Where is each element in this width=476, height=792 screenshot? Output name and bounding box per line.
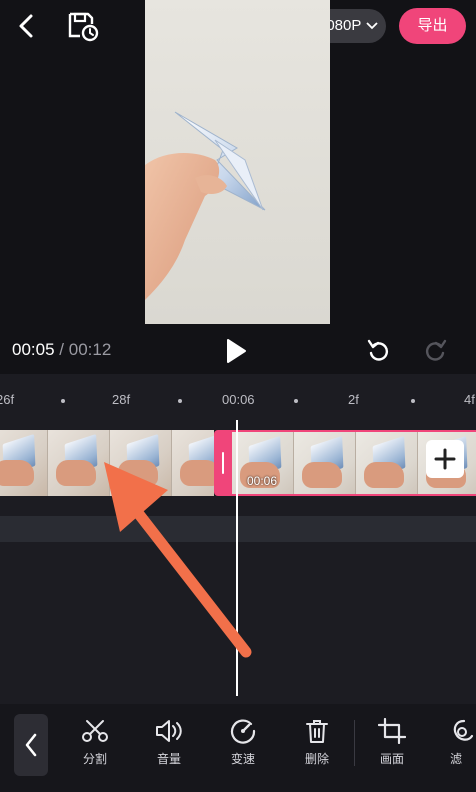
play-icon [227, 339, 246, 363]
chevron-left-icon [25, 733, 37, 757]
ruler-label: 2f [348, 392, 359, 407]
playhead[interactable] [236, 420, 238, 696]
undo-icon [367, 339, 388, 361]
volume-icon [156, 720, 182, 742]
crop-icon [378, 718, 406, 744]
tool-canvas[interactable]: 画面 [367, 718, 417, 784]
ruler-label: 26f [0, 392, 15, 407]
ruler-label: 4f [464, 392, 475, 407]
tool-delete[interactable]: 删除 [292, 718, 342, 784]
audio-track[interactable] [0, 516, 476, 542]
tool-label: 分割 [82, 752, 107, 766]
ruler-dot [61, 399, 65, 403]
clip-thumbnail [172, 430, 214, 496]
total-time: 00:12 [68, 340, 112, 359]
tool-volume[interactable]: 音量 [144, 718, 194, 784]
tool-label: 画面 [379, 752, 404, 766]
clip-thumbnail [356, 432, 418, 494]
clip-thumbnail [0, 430, 48, 496]
export-button[interactable]: 导出 [399, 8, 466, 44]
plus-icon [434, 448, 456, 470]
time-display: 00:05 / 00:12 [12, 340, 111, 360]
scissors-icon [82, 720, 108, 742]
back-button[interactable] [14, 12, 40, 40]
toolbar-divider [354, 720, 355, 766]
play-button[interactable] [224, 338, 248, 364]
redo-icon [426, 339, 447, 361]
ruler-dot [411, 399, 415, 403]
undo-button[interactable] [366, 337, 392, 363]
clip-thumbnail [110, 430, 172, 496]
save-clock-icon [68, 12, 99, 42]
tool-filter[interactable]: 滤 [442, 718, 476, 784]
video-clip-left[interactable] [0, 430, 214, 496]
tool-label: 删除 [304, 752, 329, 766]
ruler-dot [178, 399, 182, 403]
tool-speed[interactable]: 变速 [218, 718, 268, 784]
tool-split[interactable]: 分割 [70, 718, 120, 784]
preview-image [145, 111, 266, 300]
time-separator: / [59, 340, 65, 359]
clip-timestamp: 00:06 [247, 474, 278, 488]
ruler-dot [294, 399, 298, 403]
tool-label: 变速 [230, 752, 255, 766]
tool-label: 音量 [156, 752, 181, 766]
edit-toolbar: 分割 音量 变速 删除 画面 滤 [0, 704, 476, 792]
clip-thumbnail [294, 432, 356, 494]
filter-icon [453, 719, 474, 741]
chevron-down-icon [366, 22, 378, 30]
timeline-panel[interactable]: 26f 28f 00:06 2f 4f 00:06 [0, 374, 476, 704]
tool-label: 滤 [450, 752, 463, 766]
current-time: 00:05 [12, 340, 55, 359]
add-clip-button[interactable] [426, 440, 464, 478]
playback-controls: 00:05 / 00:12 [0, 330, 476, 370]
save-draft-button[interactable] [66, 10, 100, 42]
toolbar-back-button[interactable] [14, 714, 48, 776]
clip-trim-handle[interactable] [214, 430, 232, 496]
ruler-label: 28f [112, 392, 131, 407]
time-ruler: 26f 28f 00:06 2f 4f [0, 392, 476, 412]
redo-button[interactable] [422, 337, 448, 363]
clip-thumbnail [48, 430, 110, 496]
chevron-left-icon [19, 14, 33, 38]
speed-icon [230, 719, 256, 744]
trash-icon [306, 720, 328, 743]
ruler-label: 00:06 [222, 392, 255, 407]
video-preview [145, 0, 330, 324]
